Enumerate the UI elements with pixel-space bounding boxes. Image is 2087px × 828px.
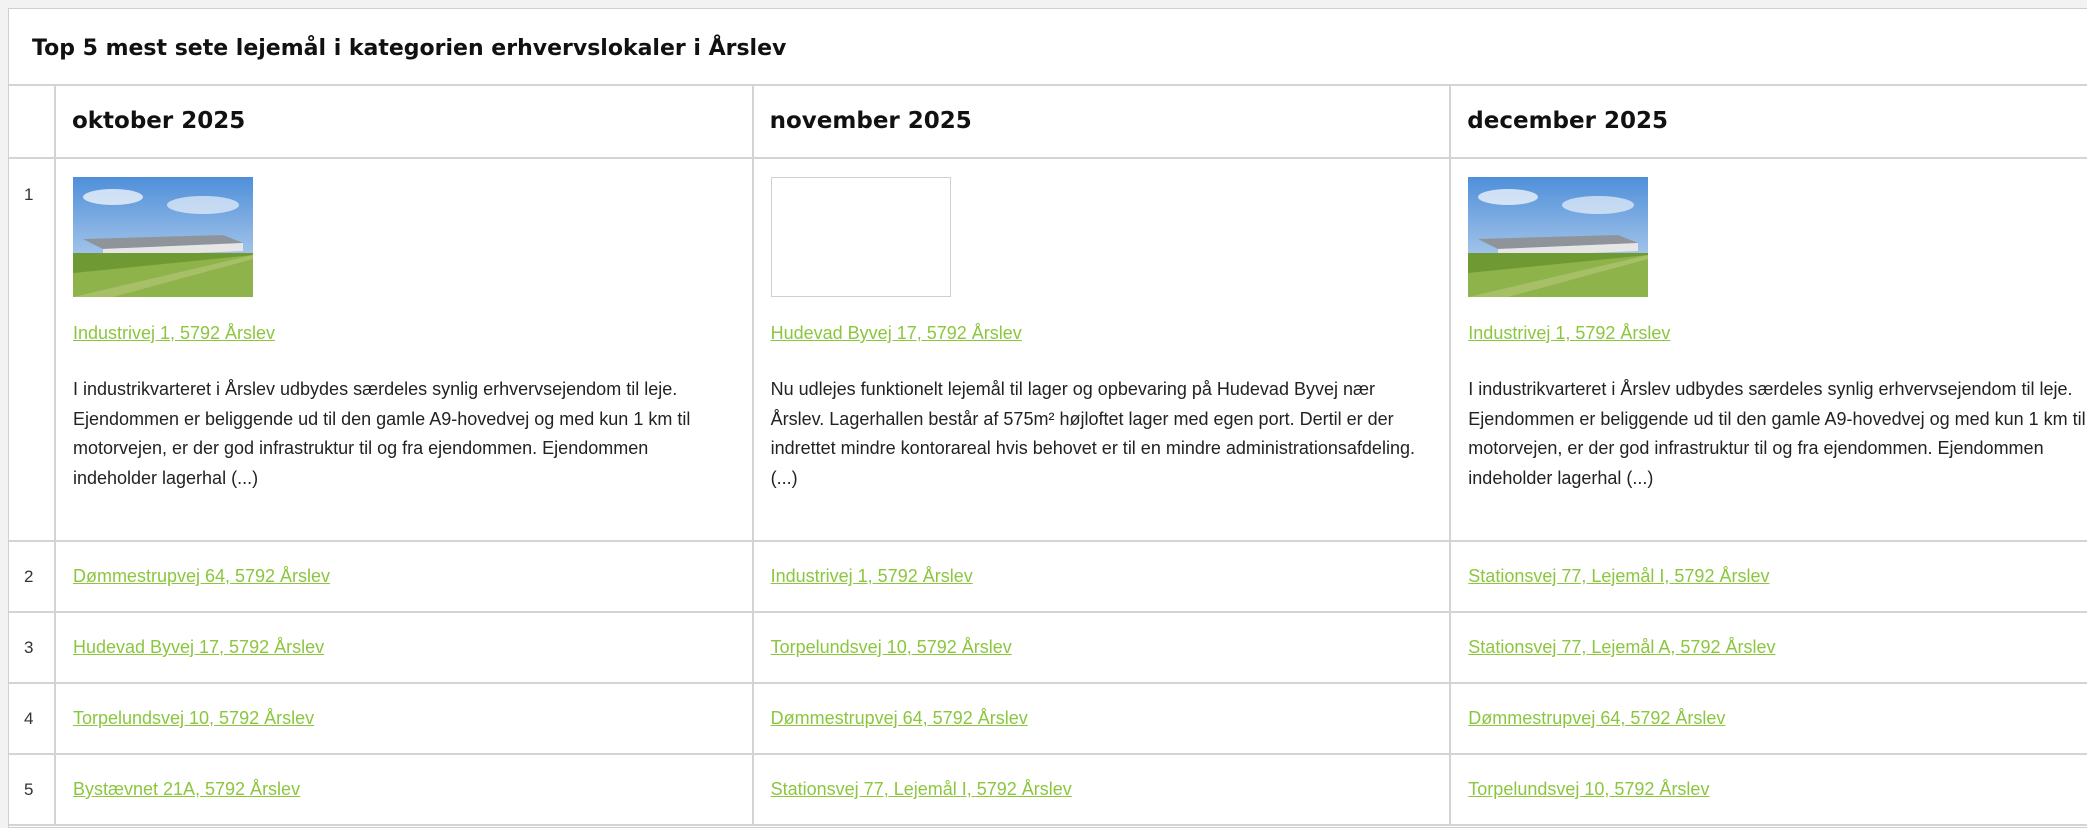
listing-cell: Bystævnet 21A, 5792 Årslev: [53, 753, 754, 826]
listing-address-link[interactable]: Dømmestrupvej 64, 5792 Årslev: [73, 566, 330, 587]
listing-cell: Stationsvej 77, Lejemål I, 5792 Årslev: [751, 753, 1452, 826]
listing-address-link[interactable]: Hudevad Byvej 17, 5792 Årslev: [771, 323, 1022, 344]
listing-description: I industrikvarteret i Årslev udbydes sær…: [72, 379, 691, 488]
listing-photo[interactable]: [72, 177, 253, 297]
listing-address-link[interactable]: Stationsvej 77, Lejemål A, 5792 Årslev: [1468, 637, 1775, 658]
listing-cell: Industrivej 1, 5792 Årslev: [751, 540, 1452, 613]
listing-address-link[interactable]: Dømmestrupvej 64, 5792 Årslev: [1468, 708, 1725, 729]
table-header-row: oktober 2025 november 2025 december 2025: [9, 86, 2087, 159]
listing-cell: Dømmestrupvej 64, 5792 Årslev: [53, 540, 754, 613]
rank-number: 1: [9, 157, 56, 542]
table-row: 4 Torpelundsvej 10, 5792 Årslev Dømmestr…: [9, 682, 2087, 755]
listing-cell: Torpelundsvej 10, 5792 Årslev: [53, 682, 754, 755]
listing-address-link[interactable]: Torpelundsvej 10, 5792 Årslev: [73, 708, 314, 729]
listing-cell: Stationsvej 77, Lejemål I, 5792 Årslev: [1449, 540, 2087, 613]
table-row: 1 Industrivej 1, 5792 Årslev I industrik…: [9, 157, 2087, 542]
listing-address-link[interactable]: Bystævnet 21A, 5792 Årslev: [73, 779, 300, 800]
listing-address-link[interactable]: Industrivej 1, 5792 Årslev: [771, 566, 973, 587]
listing-description: Nu udlejes funktionelt lejemål til lager…: [770, 379, 1415, 488]
listing-address-link[interactable]: Torpelundsvej 10, 5792 Årslev: [771, 637, 1012, 658]
table-row: 2 Dømmestrupvej 64, 5792 Årslev Industri…: [9, 540, 2087, 613]
listing-address-link[interactable]: Hudevad Byvej 17, 5792 Årslev: [73, 637, 324, 658]
month-header: december 2025: [1449, 86, 2087, 159]
listing-photo[interactable]: [1468, 177, 1649, 297]
month-header: november 2025: [751, 86, 1452, 159]
rank-number: 3: [9, 611, 56, 684]
rank-number: 4: [9, 682, 56, 755]
featured-listing-cell: Hudevad Byvej 17, 5792 Årslev Nu udlejes…: [751, 157, 1452, 542]
listing-cell: Stationsvej 77, Lejemål A, 5792 Årslev: [1449, 611, 2087, 684]
listing-address-link[interactable]: Torpelundsvej 10, 5792 Årslev: [1468, 779, 1709, 800]
month-header: oktober 2025: [53, 86, 754, 159]
featured-listing-cell: Industrivej 1, 5792 Årslev I industrikva…: [53, 157, 754, 542]
listing-cell: Torpelundsvej 10, 5792 Årslev: [1449, 753, 2087, 826]
listing-cell: Hudevad Byvej 17, 5792 Årslev: [53, 611, 754, 684]
table-row: 5 Bystævnet 21A, 5792 Årslev Stationsvej…: [9, 753, 2087, 826]
listing-photo-placeholder[interactable]: [770, 177, 951, 297]
panel-title: Top 5 mest sete lejemål i kategorien erh…: [9, 9, 2087, 86]
rank-header: [9, 86, 56, 159]
listing-address-link[interactable]: Industrivej 1, 5792 Årslev: [1468, 323, 1670, 344]
listing-cell: Dømmestrupvej 64, 5792 Årslev: [751, 682, 1452, 755]
featured-listing-cell: Industrivej 1, 5792 Årslev I industrikva…: [1449, 157, 2087, 542]
rank-number: 2: [9, 540, 56, 613]
listing-address-link[interactable]: Stationsvej 77, Lejemål I, 5792 Årslev: [771, 779, 1072, 800]
listing-description: I industrikvarteret i Årslev udbydes sær…: [1468, 379, 2086, 488]
listing-cell: Torpelundsvej 10, 5792 Årslev: [751, 611, 1452, 684]
table-row: 3 Hudevad Byvej 17, 5792 Årslev Torpelun…: [9, 611, 2087, 684]
listing-address-link[interactable]: Stationsvej 77, Lejemål I, 5792 Årslev: [1468, 566, 1769, 587]
top5-panel: Top 5 mest sete lejemål i kategorien erh…: [8, 8, 2087, 828]
ranking-table: oktober 2025 november 2025 december 2025…: [9, 86, 2087, 826]
rank-number: 5: [9, 753, 56, 826]
listing-cell: Dømmestrupvej 64, 5792 Årslev: [1449, 682, 2087, 755]
listing-address-link[interactable]: Dømmestrupvej 64, 5792 Årslev: [771, 708, 1028, 729]
listing-address-link[interactable]: Industrivej 1, 5792 Årslev: [73, 323, 275, 344]
